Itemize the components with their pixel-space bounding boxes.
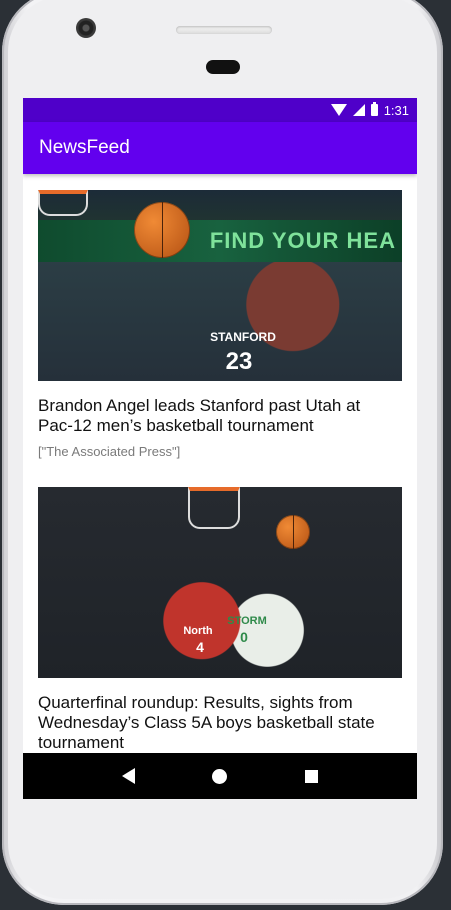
front-camera-icon: [76, 18, 96, 38]
banner-text: FIND YOUR HEA: [209, 228, 396, 253]
earpiece-speaker: [176, 26, 272, 34]
article-headline[interactable]: Quarterfinal roundup: Results, sights fr…: [38, 693, 402, 753]
proximity-sensor: [206, 60, 240, 74]
system-nav-bar: [23, 753, 417, 799]
home-icon[interactable]: [212, 768, 228, 784]
jersey-number-left: 4: [196, 639, 204, 655]
article-headline[interactable]: Brandon Angel leads Stanford past Utah a…: [38, 396, 402, 436]
news-card[interactable]: FIND YOUR HEA STANFORD 23 Brandon Angel …: [38, 190, 402, 459]
arena-banner: FIND YOUR HEA: [38, 220, 402, 262]
news-card[interactable]: North 4 STORM 0 Quarterfinal roundup: Re…: [38, 487, 402, 753]
status-time: 1:31: [383, 102, 409, 118]
jersey-number: 23: [225, 348, 253, 375]
jersey-label-right: STORM: [227, 615, 267, 627]
back-icon[interactable]: [121, 768, 135, 784]
basketball-icon: [134, 202, 190, 258]
hoop-icon: [188, 487, 240, 529]
article-source: ["The Associated Press"]: [38, 444, 181, 459]
signal-icon: [352, 104, 365, 116]
jersey-label-left: North: [183, 625, 213, 637]
app-screen: 1:31 NewsFeed FIND YOUR HEA STANFORD 23 …: [23, 98, 417, 799]
wifi-icon: [330, 104, 347, 116]
recents-icon[interactable]: [305, 769, 319, 783]
article-image[interactable]: North 4 STORM 0: [38, 487, 402, 678]
basketball-icon: [276, 515, 310, 549]
article-image[interactable]: FIND YOUR HEA STANFORD 23: [38, 190, 402, 381]
news-feed-list[interactable]: FIND YOUR HEA STANFORD 23 Brandon Angel …: [23, 174, 417, 753]
hoop-icon: [38, 190, 88, 216]
app-bar: NewsFeed: [23, 122, 417, 174]
battery-icon: [370, 102, 378, 116]
jersey-label: STANFORD: [210, 330, 276, 344]
status-bar: 1:31: [23, 98, 417, 122]
app-title: NewsFeed: [39, 137, 130, 158]
jersey-number-right: 0: [240, 629, 248, 645]
